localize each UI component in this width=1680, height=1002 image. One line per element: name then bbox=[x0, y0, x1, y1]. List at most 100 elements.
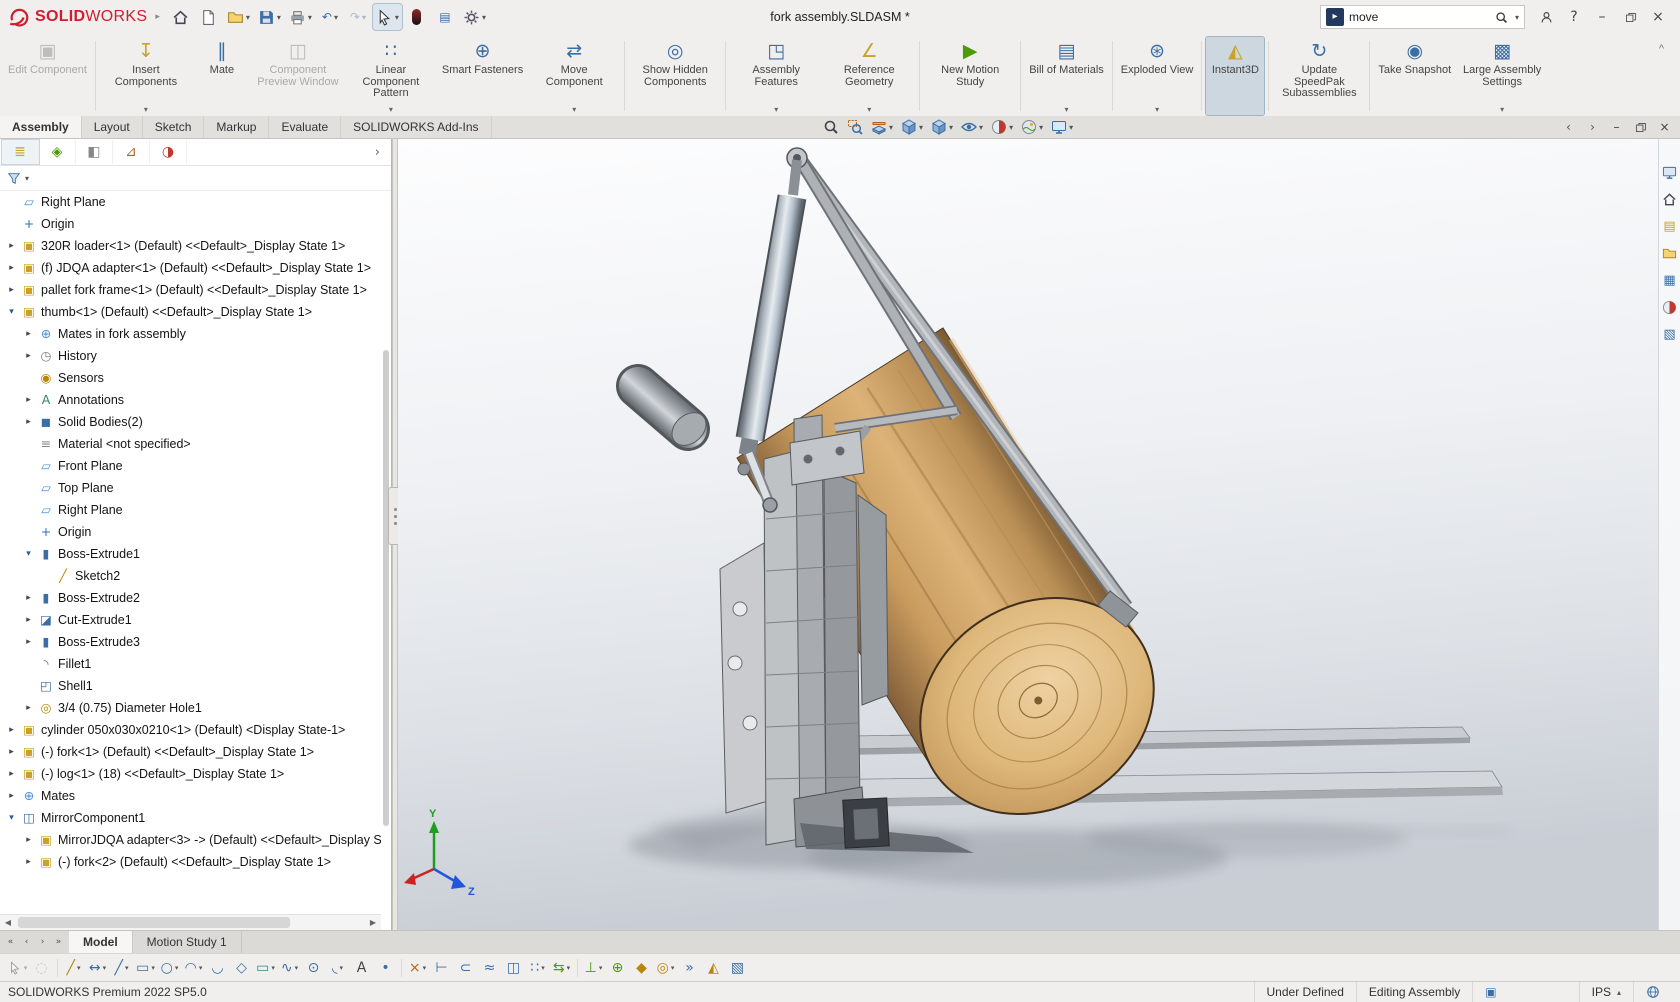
tree-item[interactable]: ◰Shell1 bbox=[0, 675, 381, 697]
ellipse-tool-button[interactable]: ⊙ bbox=[302, 956, 325, 980]
new-motion-study-button[interactable]: ▶New Motion Study bbox=[924, 37, 1016, 115]
tree-item[interactable]: ▸◎3/4 (0.75) Diameter Hole1 bbox=[0, 697, 381, 719]
apply-scene-button[interactable]: ▾ bbox=[1018, 117, 1046, 138]
repair-sketch-tool-button[interactable]: ◆ bbox=[630, 956, 653, 980]
smart-dimension-tool-button[interactable]: ↔▾ bbox=[86, 956, 109, 980]
move-entities-tool-button[interactable]: ⇆▾ bbox=[550, 956, 573, 980]
tree-item[interactable]: ▸▣(f) JDQA adapter<1> (Default) <<Defaul… bbox=[0, 257, 381, 279]
dimxpertmanager-tab[interactable]: ⊿ bbox=[113, 140, 150, 164]
vertical-scrollbar-thumb[interactable] bbox=[383, 350, 389, 827]
search-scope-icon[interactable]: ▸ bbox=[1326, 8, 1344, 26]
centerpoint-arc-tool-button[interactable]: ◠▾ bbox=[182, 956, 205, 980]
shaded-sketch-contours-tool-button[interactable]: ▧ bbox=[726, 956, 749, 980]
linear-component-pattern-button[interactable]: ∷Linear Component Pattern▾ bbox=[345, 37, 437, 115]
tab-assembly[interactable]: Assembly bbox=[0, 116, 82, 138]
task-pane-resources-button[interactable] bbox=[1661, 190, 1679, 208]
rapid-sketch-tool-button[interactable]: » bbox=[678, 956, 701, 980]
show-hidden-components-button[interactable]: ◎Show Hidden Components bbox=[629, 37, 721, 115]
task-pane-design-library-button[interactable]: ▤ bbox=[1661, 217, 1679, 235]
redo-button[interactable]: ↷▾ bbox=[345, 4, 371, 30]
tab-evaluate[interactable]: Evaluate bbox=[269, 116, 341, 138]
close-window-button[interactable]: × bbox=[1644, 4, 1672, 30]
tree-expander-icon[interactable]: ▸ bbox=[23, 857, 34, 867]
units-selector[interactable]: IPS▴ bbox=[1579, 982, 1633, 1002]
tree-item[interactable]: ▸▮Boss-Extrude3 bbox=[0, 631, 381, 653]
tree-item[interactable]: ▱Right Plane bbox=[0, 499, 381, 521]
select-button[interactable]: ▾ bbox=[373, 4, 402, 30]
tree-item[interactable]: ▸▣320R loader<1> (Default) <<Default>_Di… bbox=[0, 235, 381, 257]
mirror-entities-tool-button[interactable]: ◫ bbox=[502, 956, 525, 980]
point-tool-button[interactable]: • bbox=[374, 956, 397, 980]
zoom-to-fit-button[interactable] bbox=[820, 117, 842, 138]
solidworks-menu-caret-icon[interactable]: ▸ bbox=[155, 13, 160, 22]
tab-markup[interactable]: Markup bbox=[204, 116, 269, 138]
tree-item[interactable]: ▸⊕Mates in fork assembly bbox=[0, 323, 381, 345]
tree-expander-icon[interactable]: ▸ bbox=[6, 747, 17, 757]
horizontal-scrollbar-track[interactable] bbox=[16, 915, 365, 930]
search-icon[interactable] bbox=[1495, 11, 1508, 24]
tree-item[interactable]: ▸▣MirrorJDQA adapter<3> -> (Default) <<D… bbox=[0, 829, 381, 851]
tab-sketch[interactable]: Sketch bbox=[143, 116, 205, 138]
flyout-expand-icon[interactable]: › bbox=[366, 146, 389, 159]
previous-tab-button[interactable]: ‹ bbox=[19, 937, 34, 947]
tree-expander-icon[interactable]: ▸ bbox=[23, 329, 34, 339]
next-tab-button[interactable]: › bbox=[35, 937, 50, 947]
tree-expander-icon[interactable]: ▾ bbox=[6, 813, 17, 823]
last-tab-button[interactable]: » bbox=[51, 937, 66, 947]
tree-item[interactable]: ▸▣(-) fork<2> (Default) <<Default>_Displ… bbox=[0, 851, 381, 873]
tree-item[interactable]: ▱Front Plane bbox=[0, 455, 381, 477]
scroll-left-button[interactable]: ◀ bbox=[0, 918, 16, 927]
edit-component-button[interactable]: ▣Edit Component bbox=[4, 37, 91, 115]
tangent-arc-tool-button[interactable]: ◡ bbox=[206, 956, 229, 980]
offset-entities-tool-button[interactable]: ≈ bbox=[478, 956, 501, 980]
smart-fasteners-button[interactable]: ⊕Smart Fasteners bbox=[438, 37, 527, 115]
reference-geometry-button[interactable]: ∠Reference Geometry▾ bbox=[823, 37, 915, 115]
tree-item[interactable]: ▸AAnnotations bbox=[0, 389, 381, 411]
tree-expander-icon[interactable]: ▸ bbox=[6, 263, 17, 273]
propertymanager-tab[interactable]: ◈ bbox=[39, 140, 76, 164]
task-pane-custom-properties-button[interactable]: ▧ bbox=[1661, 325, 1679, 343]
maximize-window-button[interactable] bbox=[1616, 4, 1644, 30]
task-pane-file-explorer-button[interactable] bbox=[1661, 244, 1679, 262]
tab-solidworks-add-ins[interactable]: SOLIDWORKS Add-Ins bbox=[341, 116, 491, 138]
tab-layout[interactable]: Layout bbox=[82, 116, 143, 138]
mate-button[interactable]: ∥Mate bbox=[193, 37, 251, 115]
tree-item[interactable]: ▾◫MirrorComponent1 bbox=[0, 807, 381, 829]
circle-tool-button[interactable]: ○▾ bbox=[158, 956, 181, 980]
tree-item[interactable]: ▸⊕Mates bbox=[0, 785, 381, 807]
exploded-view-button[interactable]: ⊛Exploded View▾ bbox=[1117, 37, 1198, 115]
sketch-text-tool-button[interactable]: A bbox=[350, 956, 373, 980]
minimize-document-button[interactable]: – bbox=[1605, 117, 1628, 137]
print-button[interactable]: ▾ bbox=[286, 4, 315, 30]
user-account-button[interactable] bbox=[1532, 4, 1560, 30]
tree-item[interactable]: ▸▮Boss-Extrude2 bbox=[0, 587, 381, 609]
tree-item[interactable]: ◝Fillet1 bbox=[0, 653, 381, 675]
bill-of-materials-button[interactable]: ▤Bill of Materials▾ bbox=[1025, 37, 1108, 115]
status-globe[interactable] bbox=[1633, 982, 1672, 1002]
featuremanager-tree-tab[interactable]: ≣ bbox=[2, 140, 39, 164]
tree-vertical-scrollbar[interactable] bbox=[382, 191, 390, 913]
command-report-button[interactable]: ▤ bbox=[432, 4, 458, 30]
task-pane-appearances-button[interactable] bbox=[1661, 298, 1679, 316]
tree-item[interactable]: ◉Sensors bbox=[0, 367, 381, 389]
tree-expander-icon[interactable]: ▸ bbox=[6, 769, 17, 779]
horizontal-scrollbar-thumb[interactable] bbox=[18, 917, 290, 928]
tree-item[interactable]: +Origin bbox=[0, 521, 381, 543]
hide-show-items-button[interactable]: ▾ bbox=[958, 117, 986, 138]
tree-item[interactable]: ▱Right Plane bbox=[0, 191, 381, 213]
tree-expander-icon[interactable]: ▸ bbox=[23, 615, 34, 625]
assembly-features-button[interactable]: ◳Assembly Features▾ bbox=[730, 37, 822, 115]
help-button[interactable]: ? bbox=[1560, 4, 1588, 30]
tree-expander-icon[interactable]: ▸ bbox=[23, 835, 34, 845]
tree-item[interactable]: ▾▣thumb<1> (Default) <<Default>_Display … bbox=[0, 301, 381, 323]
tree-expander-icon[interactable]: ▸ bbox=[23, 417, 34, 427]
select-tool-button[interactable]: ▾ bbox=[6, 956, 29, 980]
section-view-button[interactable]: ▾ bbox=[868, 117, 896, 138]
line-tool-button[interactable]: ╱▾ bbox=[110, 956, 133, 980]
tree-item[interactable]: ▸◷History bbox=[0, 345, 381, 367]
search-caret-icon[interactable]: ▾ bbox=[1515, 13, 1519, 22]
straight-slot-tool-button[interactable]: ▭▾ bbox=[254, 956, 277, 980]
tree-item[interactable]: +Origin bbox=[0, 213, 381, 235]
open-document-button[interactable]: ▾ bbox=[224, 4, 253, 30]
view-orientation-button[interactable]: ▾ bbox=[898, 117, 926, 138]
